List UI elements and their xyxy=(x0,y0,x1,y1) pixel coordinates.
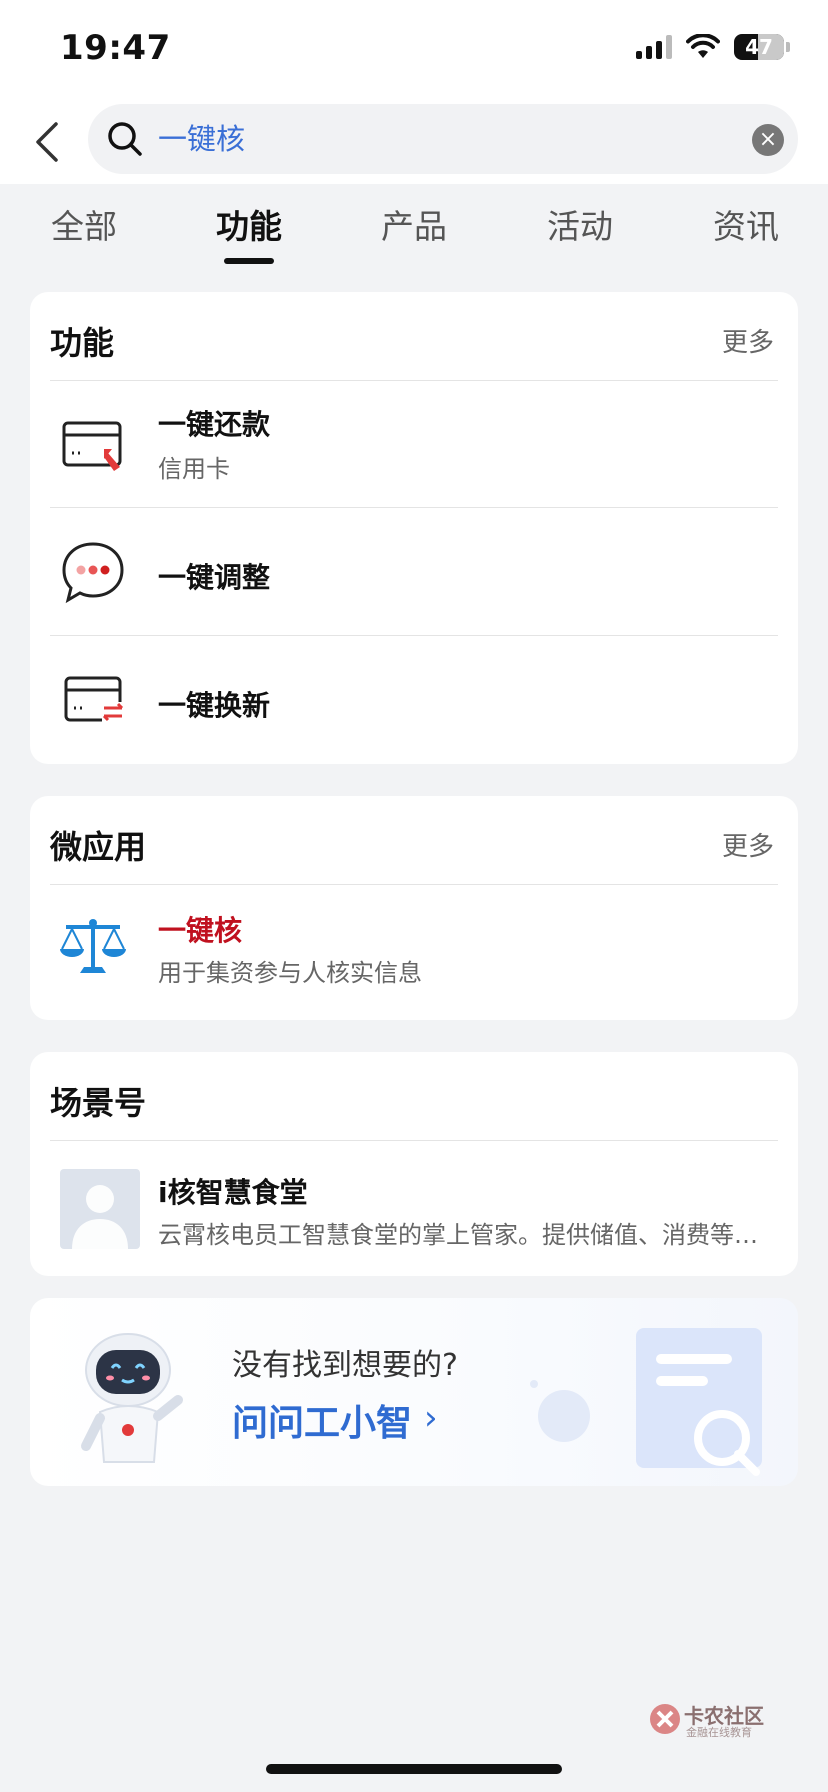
function-item-repay[interactable]: 一键还款 信用卡 xyxy=(30,381,798,507)
mini-app-subtitle: 用于集资参与人核实信息 xyxy=(158,959,422,987)
ask-assistant-banner[interactable]: 没有找到想要的? 问问工小智 › xyxy=(30,1298,798,1486)
functions-section: 功能 更多 一键还款 信用卡 一键调整 一键换新 xyxy=(30,292,798,764)
category-tabs: 全部 功能 产品 活动 资讯 xyxy=(0,200,828,270)
battery-tip xyxy=(786,42,790,52)
tab-news[interactable]: 资讯 xyxy=(686,200,806,248)
back-icon[interactable] xyxy=(28,118,68,166)
tab-all[interactable]: 全部 xyxy=(24,200,144,248)
cellular-signal-icon xyxy=(636,35,672,59)
tab-functions[interactable]: 功能 xyxy=(189,200,309,248)
search-bar: 一键核 × xyxy=(0,100,828,184)
document-search-icon xyxy=(530,1328,762,1476)
status-bar: 19:47 47 xyxy=(0,0,828,100)
chevron-right-icon: › xyxy=(424,1398,438,1438)
watermark-logo: 卡农社区 金融在线教育 xyxy=(648,1700,768,1740)
ask-question: 没有找到想要的? xyxy=(232,1348,458,1383)
functions-more-link[interactable]: 更多 xyxy=(722,322,774,359)
function-item-renew[interactable]: 一键换新 xyxy=(30,636,798,764)
scene-subtitle: 云霄核电员工智慧食堂的掌上管家。提供储值、消费等… xyxy=(158,1221,758,1249)
function-title: 一键换新 xyxy=(158,689,271,722)
wifi-icon xyxy=(686,34,720,58)
battery-level: 47 xyxy=(745,35,773,59)
active-tab-indicator xyxy=(224,258,274,264)
section-title: 场景号 xyxy=(50,1084,147,1122)
status-icons: 47 xyxy=(636,34,790,60)
section-title: 微应用 xyxy=(50,828,147,866)
mini-apps-more-link[interactable]: 更多 xyxy=(722,826,774,863)
scenes-section: 场景号 i核智慧食堂 云霄核电员工智慧食堂的掌上管家。提供储值、消费等… xyxy=(30,1052,798,1276)
ask-assistant-link[interactable]: 问问工小智 xyxy=(232,1394,412,1446)
function-title: 一键调整 xyxy=(158,561,271,594)
watermark-icon xyxy=(650,1704,680,1734)
search-icon xyxy=(108,122,142,156)
scene-item[interactable]: i核智慧食堂 云霄核电员工智慧食堂的掌上管家。提供储值、消费等… xyxy=(30,1141,798,1276)
chat-bubble-icon xyxy=(62,542,124,604)
avatar-placeholder-icon xyxy=(60,1169,140,1249)
status-time: 19:47 xyxy=(60,28,171,68)
scales-icon xyxy=(60,919,126,973)
scene-title: i核智慧食堂 xyxy=(158,1176,308,1209)
robot-mascot-icon xyxy=(81,1333,183,1463)
card-repay-icon xyxy=(62,421,122,471)
watermark-subtitle: 金融在线教育 xyxy=(686,1726,752,1739)
mini-app-item[interactable]: 一键核 用于集资参与人核实信息 xyxy=(30,885,798,1020)
section-title: 功能 xyxy=(50,324,115,362)
mini-apps-section: 微应用 更多 一键核 用于集资参与人核实信息 xyxy=(30,796,798,1020)
home-indicator[interactable] xyxy=(266,1764,562,1774)
function-item-adjust[interactable]: 一键调整 xyxy=(30,508,798,635)
battery-icon: 47 xyxy=(734,34,784,60)
function-title: 一键还款 xyxy=(158,408,271,441)
function-subtitle: 信用卡 xyxy=(158,455,230,483)
tab-products[interactable]: 产品 xyxy=(354,200,474,248)
search-query[interactable]: 一键核 xyxy=(158,104,245,174)
card-exchange-icon xyxy=(64,676,126,724)
clear-icon[interactable]: × xyxy=(752,124,784,156)
tab-activities[interactable]: 活动 xyxy=(520,200,640,248)
search-input[interactable]: 一键核 × xyxy=(88,104,798,174)
mini-app-title: 一键核 xyxy=(158,914,243,947)
